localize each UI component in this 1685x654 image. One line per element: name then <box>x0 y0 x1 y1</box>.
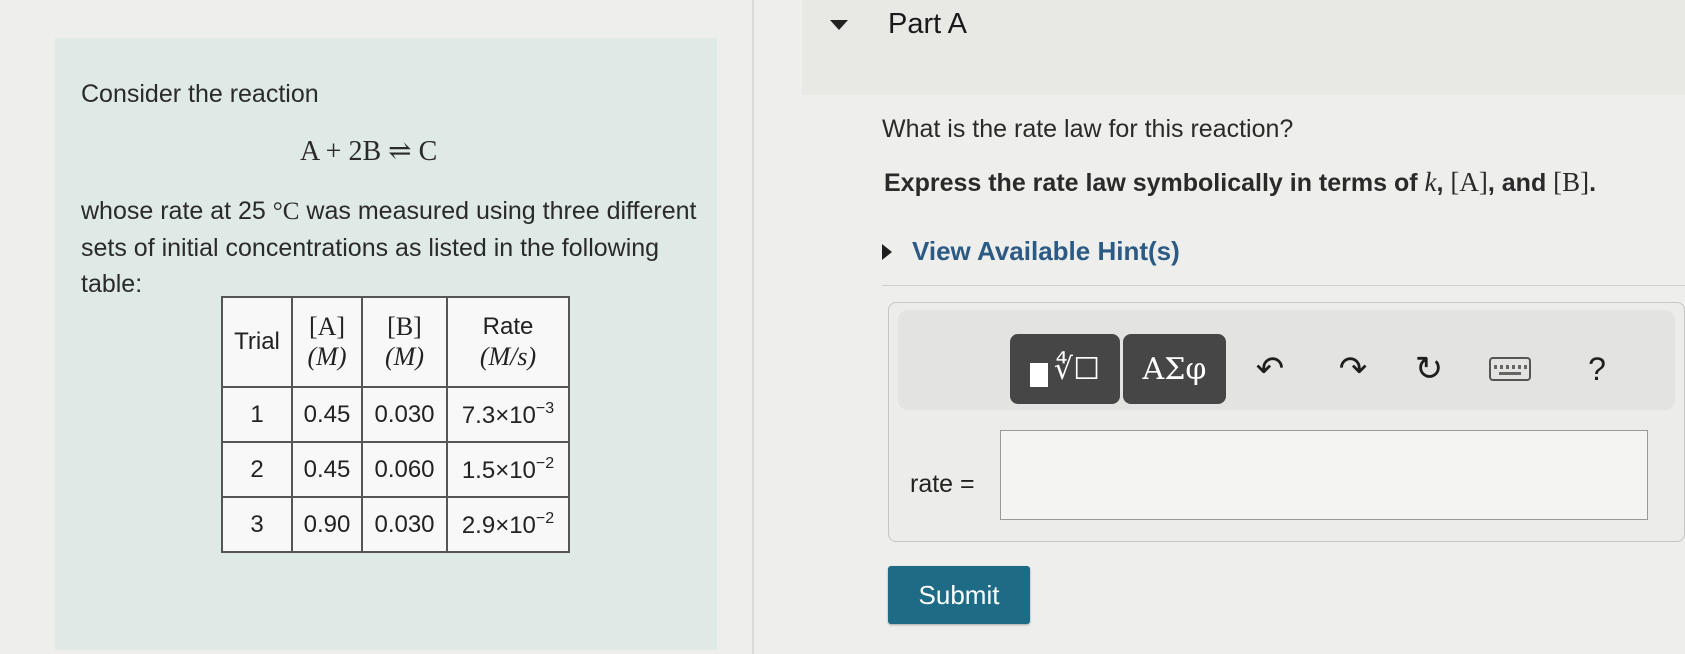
templates-icon <box>1029 363 1048 387</box>
rate-answer-input[interactable] <box>1000 430 1648 520</box>
header-rate-unit: (M/s) <box>479 342 537 371</box>
problem-panel: Consider the reaction A + 2B ⇌ C whose r… <box>55 38 717 650</box>
cell-trial: 2 <box>221 441 293 498</box>
cell-b: 0.030 <box>361 496 448 553</box>
cell-rate: 2.9×10−2 <box>446 496 570 553</box>
cell-rate: 7.3×10−3 <box>446 386 570 443</box>
panel-divider <box>752 0 754 654</box>
cell-a: 0.45 <box>291 386 363 443</box>
section-divider <box>882 285 1685 286</box>
instruction-end: . <box>1589 169 1597 197</box>
problem-description: whose rate at 25 °C was measured using t… <box>81 193 711 302</box>
problem-intro: Consider the reaction <box>81 80 319 108</box>
question-text: What is the rate law for this reaction? <box>882 115 1294 143</box>
table-row: 2 0.45 0.060 1.5×10−2 <box>221 441 570 498</box>
keyboard-shape <box>1489 357 1531 381</box>
rate-exponent: −3 <box>535 399 555 417</box>
instruction-text: Express the rate law symbolically in ter… <box>884 167 1597 197</box>
header-rate-label: Rate <box>482 313 534 340</box>
rate-exponent: −2 <box>535 454 555 472</box>
rate-base: 2.9×10 <box>461 511 536 539</box>
cell-a: 0.45 <box>291 441 363 498</box>
header-a: [A] (M) <box>291 296 363 388</box>
symbol-b: [B] <box>1553 167 1590 197</box>
header-a-unit: (M) <box>307 342 347 371</box>
greek-letters-button[interactable]: ΑΣφ <box>1123 334 1226 404</box>
table-row: 1 0.45 0.030 7.3×10−3 <box>221 386 570 443</box>
header-trial: Trial <box>221 296 293 388</box>
symbol-k: k <box>1424 167 1437 197</box>
header-b-label: [B] <box>387 312 422 341</box>
expand-caret-icon <box>882 243 892 260</box>
part-title[interactable]: Part A <box>888 8 967 41</box>
table-header-row: Trial [A] (M) [B] (M) Rate (M/s) <box>221 296 570 388</box>
header-b: [B] (M) <box>361 296 448 388</box>
cell-b: 0.030 <box>361 386 448 443</box>
header-a-label: [A] <box>308 312 346 341</box>
reset-icon[interactable]: ↻ <box>1404 344 1454 394</box>
temperature-unit: °C <box>272 198 300 225</box>
submit-button[interactable]: Submit <box>888 566 1030 624</box>
desc-before: whose rate at 25 <box>81 197 266 225</box>
templates-button[interactable]: ∜☐ <box>1010 334 1120 404</box>
rate-label: rate = <box>910 470 975 498</box>
redo-icon[interactable]: ↷ <box>1328 344 1378 394</box>
radical-icon: ∜☐ <box>1053 351 1100 387</box>
table-row: 3 0.90 0.030 2.9×10−2 <box>221 496 570 553</box>
cell-b: 0.060 <box>361 441 448 498</box>
help-icon[interactable]: ? <box>1572 344 1622 394</box>
rate-base: 1.5×10 <box>461 456 536 484</box>
reaction-equation: A + 2B ⇌ C <box>300 136 438 167</box>
rate-exponent: −2 <box>535 509 555 527</box>
collapse-caret-icon[interactable] <box>830 20 848 30</box>
cell-rate: 1.5×10−2 <box>446 441 570 498</box>
cell-trial: 3 <box>221 496 293 553</box>
instruction-and: , and <box>1487 169 1554 197</box>
header-b-unit: (M) <box>385 342 424 371</box>
hint-label: View Available Hint(s) <box>912 236 1180 266</box>
rate-base: 7.3×10 <box>461 401 536 429</box>
keyboard-icon[interactable] <box>1485 344 1535 394</box>
cell-a: 0.90 <box>291 496 363 553</box>
instruction-lead: Express the rate law symbolically in ter… <box>884 169 1425 197</box>
data-table: Trial [A] (M) [B] (M) Rate (M/s) 1 0.45 <box>221 296 570 553</box>
undo-icon[interactable]: ↶ <box>1245 344 1295 394</box>
header-rate: Rate (M/s) <box>446 296 570 388</box>
cell-trial: 1 <box>221 386 293 443</box>
symbol-a: [A] <box>1450 167 1488 197</box>
view-hints-link[interactable]: View Available Hint(s) <box>882 236 1180 267</box>
